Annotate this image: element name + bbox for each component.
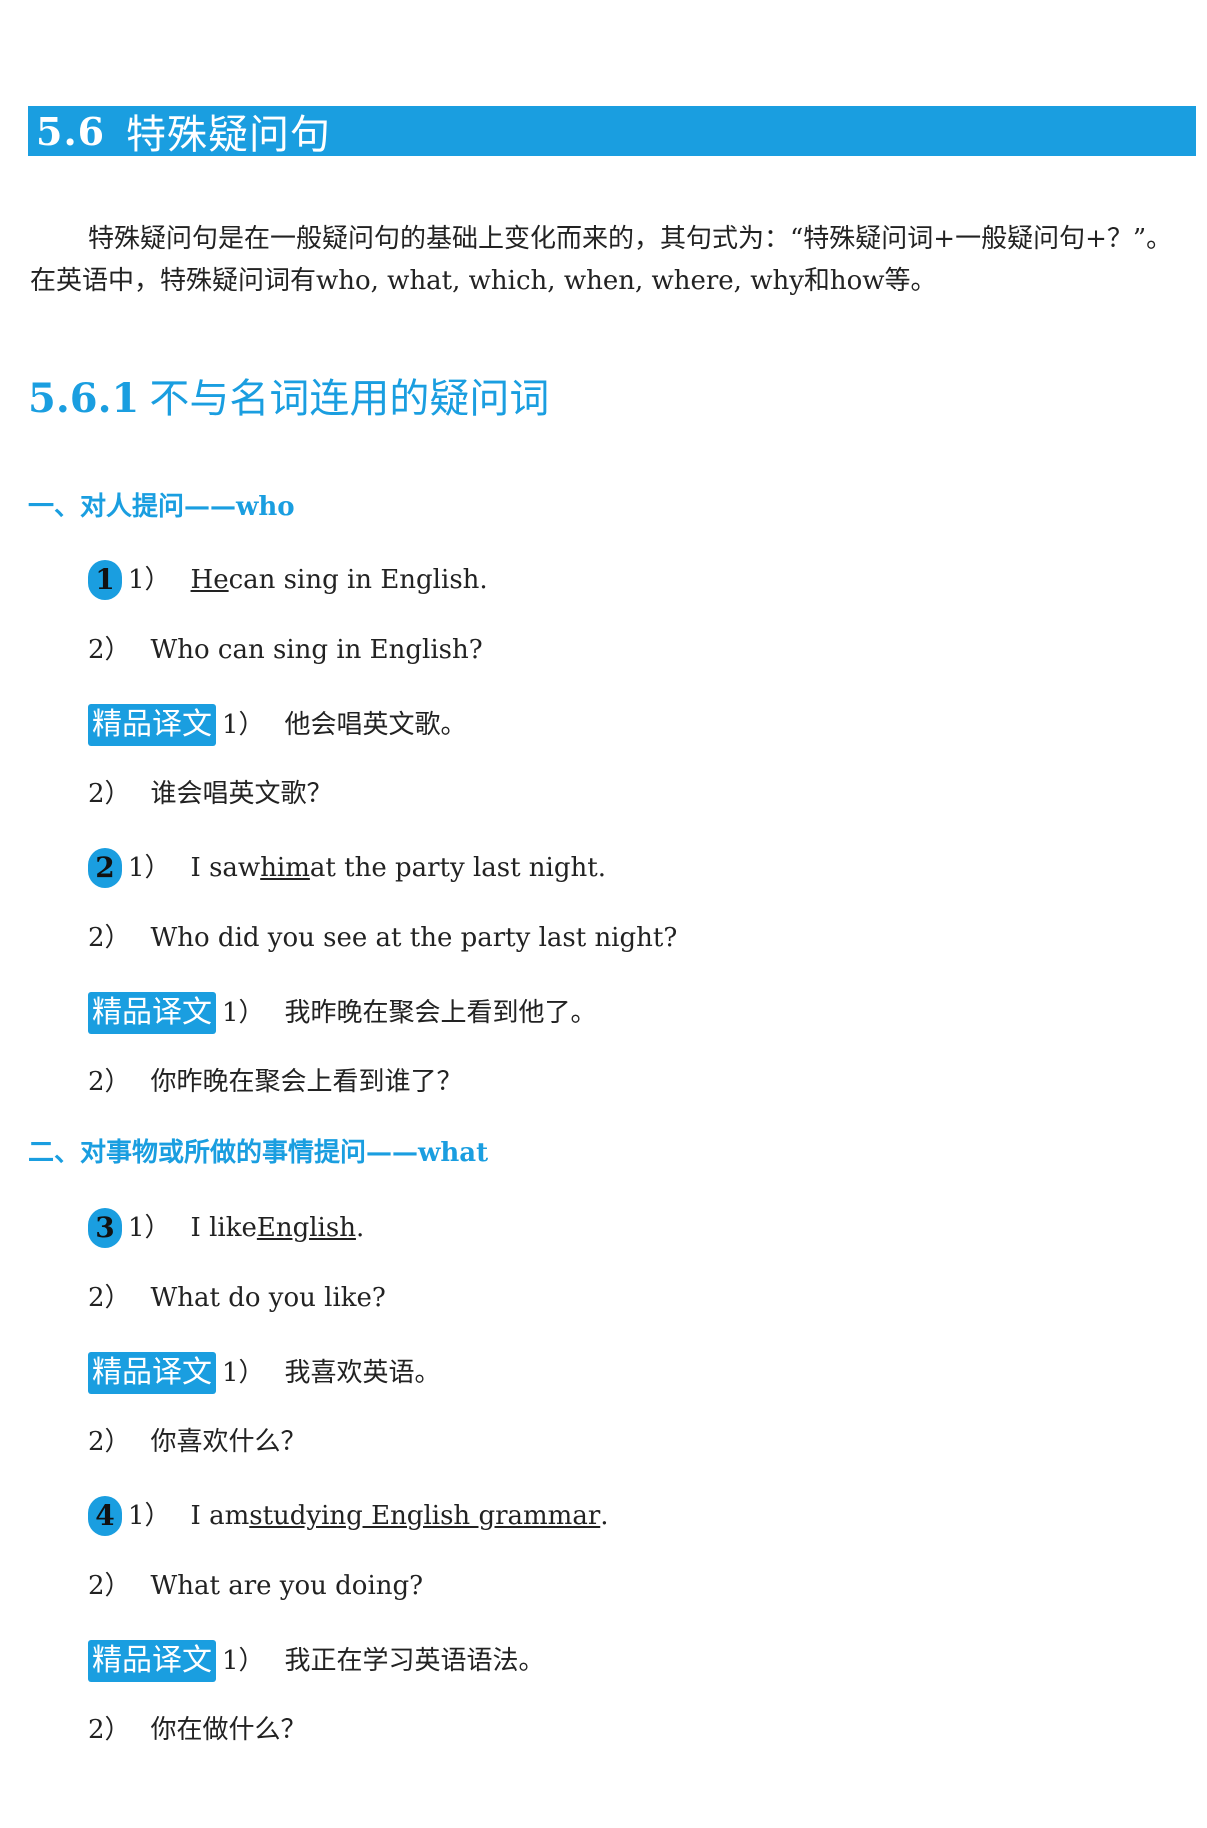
category-keyword: what <box>418 1138 489 1168</box>
sentence-text-post: . <box>600 1501 609 1531</box>
intro-paragraph: 特殊疑问句是在一般疑问句的基础上变化而来的，其句式为：“特殊疑问词+一般疑问句+… <box>30 224 1173 296</box>
sentence-text: Who did you see at the party last night? <box>150 923 678 953</box>
translation-marker: 2） <box>88 1067 131 1097</box>
sentence-text-post: can sing in English. <box>228 565 488 595</box>
example-number-badge: 4 <box>88 1496 122 1536</box>
sentence-text-pre: I like <box>190 1213 257 1243</box>
sentence-text-post: . <box>355 1213 365 1243</box>
sentence-marker: 1） <box>128 853 171 883</box>
translation-marker: 1） <box>222 710 265 740</box>
sentence-text-post: at the party last night. <box>309 853 606 883</box>
example-2-sentence-2: 2） Who did you see at the party last nig… <box>88 920 677 956</box>
translation-text: 他会唱英文歌。 <box>284 710 467 740</box>
example-3-sentence-2: 2） What do you like? <box>88 1280 386 1316</box>
example-1-sentence-2: 2） Who can sing in English? <box>88 632 483 668</box>
translation-text: 你在做什么？ <box>150 1715 307 1745</box>
category-heading-what: 二、对事物或所做的事情提问——what <box>28 1132 488 1169</box>
category-heading-who: 一、对人提问——who <box>28 486 295 523</box>
underlined-word: him <box>260 853 310 883</box>
section-title: 特殊疑问句 <box>126 112 331 158</box>
translation-text: 我昨晚在聚会上看到他了。 <box>284 998 597 1028</box>
example-number-badge: 1 <box>88 560 122 600</box>
example-4-sentence-1: 4 1） I am studying English grammar. <box>88 1496 609 1536</box>
sentence-text-pre: I am <box>190 1501 250 1531</box>
subsection-heading: 5.6.1 不与名词连用的疑问词 <box>28 366 549 424</box>
example-number-badge: 2 <box>88 848 122 888</box>
translation-text: 谁会唱英文歌？ <box>150 779 333 809</box>
sentence-text: What are you doing? <box>150 1571 424 1601</box>
category-prefix: 二、对事物或所做的事情提问—— <box>28 1138 419 1168</box>
translation-text: 我喜欢英语。 <box>284 1358 441 1388</box>
sentence-marker: 1） <box>128 1213 171 1243</box>
example-2-translation-2: 2） 你昨晚在聚会上看到谁了？ <box>88 1064 463 1100</box>
example-4-translation-2: 2） 你在做什么？ <box>88 1712 307 1748</box>
translation-text: 我正在学习英语语法。 <box>284 1646 545 1676</box>
subsection-title: 不与名词连用的疑问词 <box>149 376 550 422</box>
translation-marker: 1） <box>222 1646 265 1676</box>
sentence-marker: 2） <box>88 923 131 953</box>
category-keyword: who <box>236 492 295 522</box>
example-3-translation-2: 2） 你喜欢什么？ <box>88 1424 307 1460</box>
subsection-number: 5.6.1 <box>28 375 140 422</box>
example-1-translation-2: 2） 谁会唱英文歌？ <box>88 776 333 812</box>
translation-badge: 精品译文 <box>88 704 216 746</box>
sentence-marker: 1） <box>128 565 171 595</box>
example-3-translation-1: 精品译文 1） 我喜欢英语。 <box>88 1352 441 1394</box>
sentence-marker: 2） <box>88 1283 131 1313</box>
sentence-marker: 2） <box>88 1571 131 1601</box>
underlined-word: English <box>256 1213 356 1243</box>
translation-badge: 精品译文 <box>88 992 216 1034</box>
sentence-text-pre: I saw <box>190 853 261 883</box>
translation-text: 你昨晚在聚会上看到谁了？ <box>150 1067 463 1097</box>
example-2-translation-1: 精品译文 1） 我昨晚在聚会上看到他了。 <box>88 992 597 1034</box>
sentence-text: Who can sing in English? <box>150 635 483 665</box>
sentence-marker: 1） <box>128 1501 171 1531</box>
sentence-marker: 2） <box>88 635 131 665</box>
section-header: 5.6 特殊疑问句 <box>28 106 1196 158</box>
translation-badge: 精品译文 <box>88 1352 216 1394</box>
translation-marker: 2） <box>88 1427 131 1457</box>
example-3-sentence-1: 3 1） I like English. <box>88 1208 364 1248</box>
translation-marker: 1） <box>222 1358 265 1388</box>
translation-marker: 2） <box>88 1715 131 1745</box>
section-number: 5.6 <box>36 108 106 154</box>
underlined-word: He <box>190 565 229 595</box>
example-4-translation-1: 精品译文 1） 我正在学习英语语法。 <box>88 1640 545 1682</box>
example-2-sentence-1: 2 1） I saw him at the party last night. <box>88 848 606 888</box>
example-4-sentence-2: 2） What are you doing? <box>88 1568 423 1604</box>
translation-text: 你喜欢什么？ <box>150 1427 307 1457</box>
example-1-sentence-1: 1 1） He can sing in English. <box>88 560 488 600</box>
example-1-translation-1: 精品译文 1） 他会唱英文歌。 <box>88 704 467 746</box>
sentence-text: What do you like? <box>150 1283 386 1313</box>
example-number-badge: 3 <box>88 1208 122 1248</box>
translation-marker: 2） <box>88 779 131 809</box>
translation-marker: 1） <box>222 998 265 1028</box>
category-prefix: 一、对人提问—— <box>28 492 237 522</box>
translation-badge: 精品译文 <box>88 1640 216 1682</box>
underlined-word: studying English grammar <box>249 1501 601 1531</box>
